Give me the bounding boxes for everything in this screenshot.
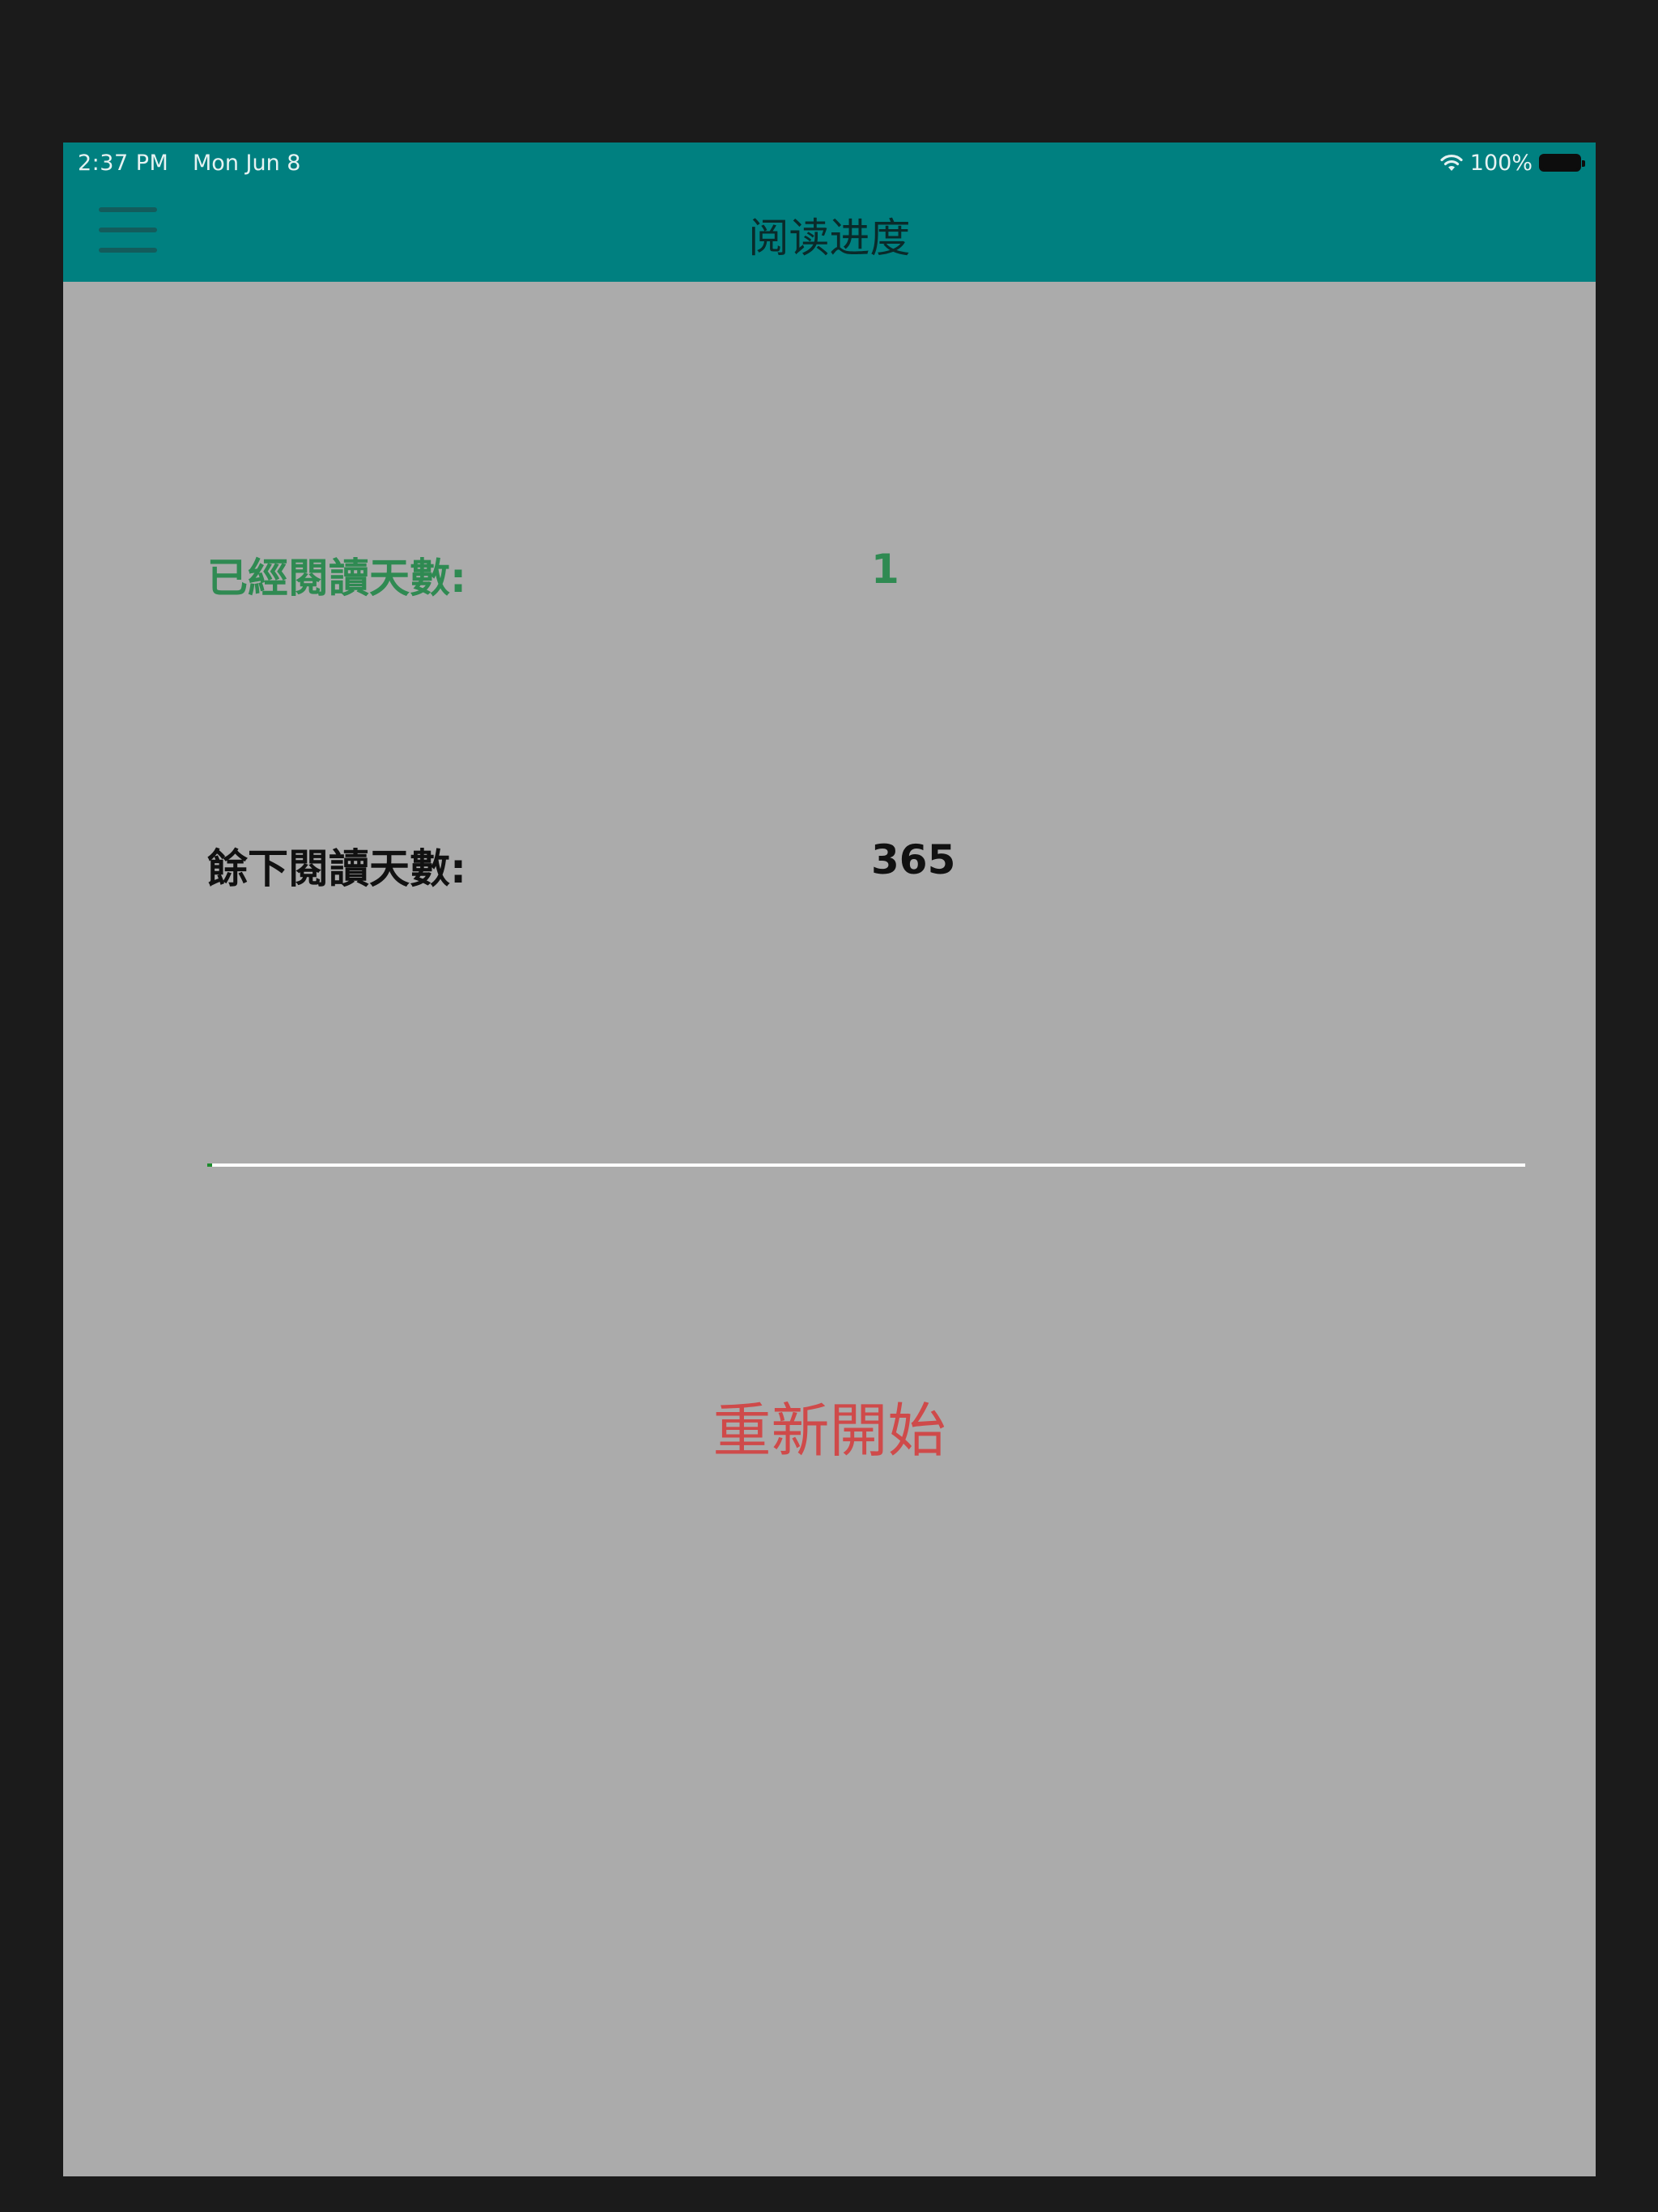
restart-button[interactable]: 重新開始 — [63, 1383, 1596, 1468]
days-remaining-value: 365 — [871, 836, 956, 883]
app-screen: 2:37 PM Mon Jun 8 100% 阅读进度 已經閱讀天數: 1 餘下… — [63, 143, 1596, 2176]
battery-percent: 100% — [1469, 150, 1533, 176]
days-read-label: 已經閱讀天數: — [207, 555, 466, 602]
status-time: 2:37 PM — [78, 151, 169, 176]
page-title: 阅读进度 — [748, 215, 911, 262]
days-read-value: 1 — [871, 546, 899, 593]
days-remaining-label: 餘下閱讀天數: — [207, 845, 466, 892]
reading-progress-bar — [207, 1163, 1525, 1167]
battery-icon — [1539, 154, 1585, 172]
reading-progress-fill — [207, 1163, 212, 1167]
status-date: Mon Jun 8 — [193, 151, 301, 176]
navigation-bar: 2:37 PM Mon Jun 8 100% 阅读进度 — [63, 143, 1596, 282]
wifi-icon — [1440, 154, 1463, 171]
status-indicators: 100% — [1439, 149, 1585, 177]
